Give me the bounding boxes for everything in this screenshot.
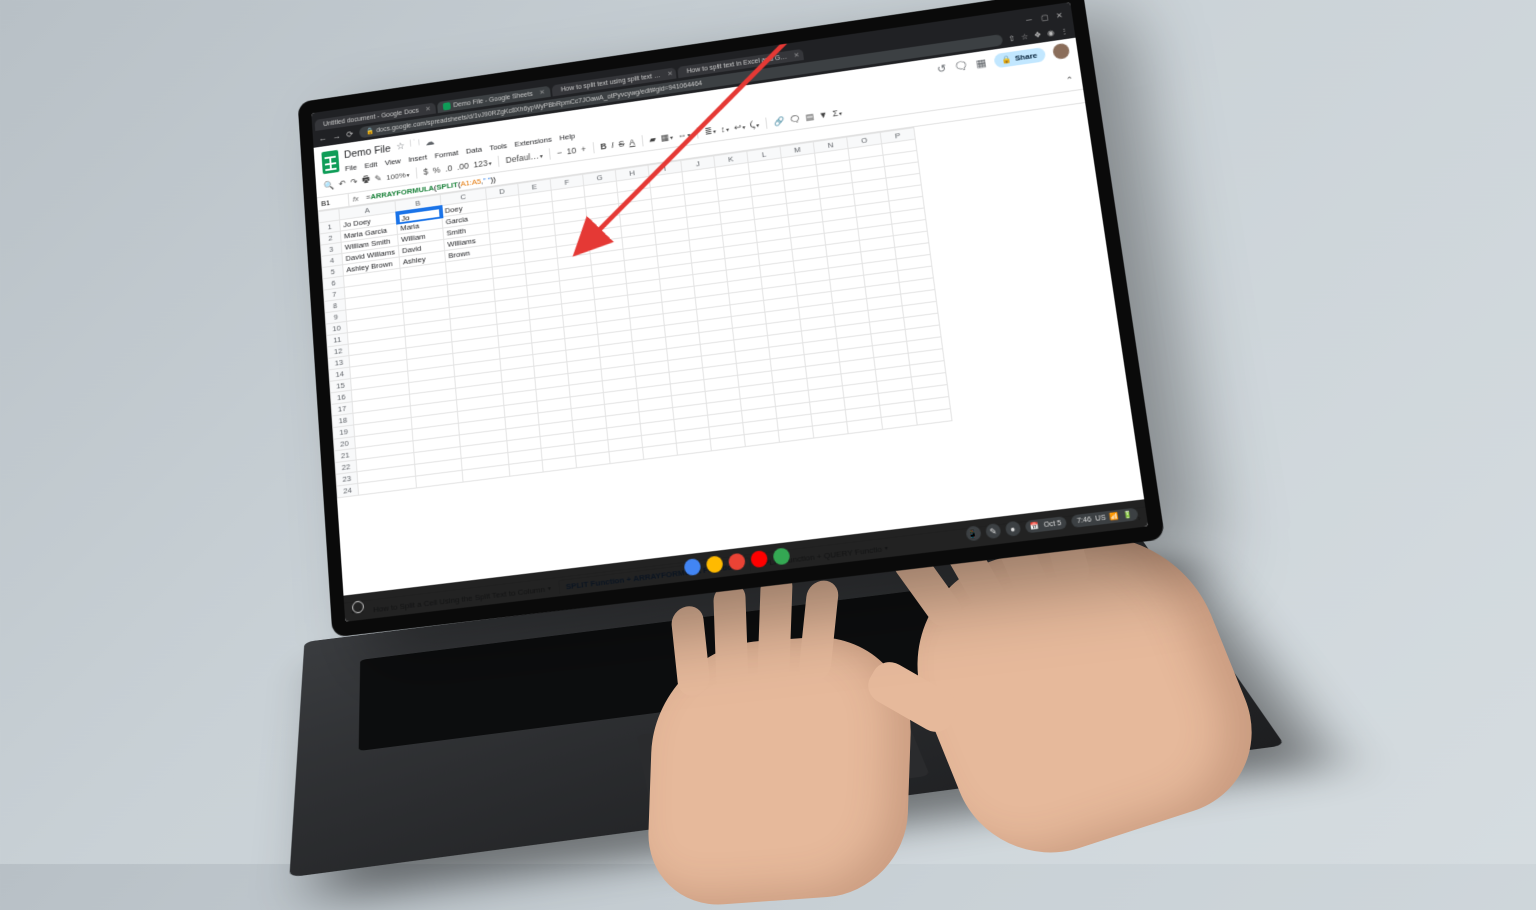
- history-icon[interactable]: ↺: [936, 62, 947, 76]
- fontsize-plus[interactable]: +: [581, 144, 587, 154]
- forward-icon[interactable]: →: [332, 131, 341, 141]
- search-menus-icon[interactable]: 🔍: [323, 180, 334, 192]
- toolbar-collapse-icon[interactable]: ⌃: [1065, 74, 1074, 86]
- zoom-dropdown[interactable]: 100%: [386, 170, 410, 182]
- currency-icon[interactable]: $: [423, 167, 428, 177]
- wifi-icon: 📶: [1109, 512, 1119, 521]
- tab-close-icon[interactable]: ✕: [793, 51, 800, 59]
- close-icon[interactable]: ✕: [1055, 11, 1065, 21]
- minimize-icon[interactable]: ─: [1026, 15, 1036, 25]
- shelf-app-chrome[interactable]: [728, 553, 746, 571]
- undo-icon[interactable]: ↶: [338, 178, 346, 189]
- extension-icon[interactable]: ❖: [1034, 30, 1042, 39]
- fx-icon[interactable]: fx: [349, 194, 363, 204]
- shelf-app-files[interactable]: [684, 558, 702, 576]
- launcher-icon[interactable]: [352, 600, 364, 613]
- back-icon[interactable]: ←: [318, 133, 327, 143]
- halign-icon[interactable]: ≣: [704, 125, 716, 137]
- comment-icon[interactable]: 🗨: [789, 113, 801, 125]
- borders-icon[interactable]: ▦: [660, 131, 673, 143]
- lock-small-icon: 🔒: [1001, 54, 1012, 64]
- valign-icon[interactable]: ↕: [720, 124, 729, 135]
- increase-decimal-icon[interactable]: .00: [457, 161, 470, 172]
- shelf-time: 7:46: [1076, 516, 1091, 525]
- merge-icon[interactable]: ⇔: [677, 129, 691, 140]
- tab-favicon-icon: [558, 86, 559, 93]
- tab-close-icon[interactable]: ✕: [667, 70, 673, 78]
- bold-icon[interactable]: B: [600, 141, 607, 151]
- profile-icon[interactable]: ◉: [1047, 28, 1055, 37]
- percent-icon[interactable]: %: [432, 165, 440, 175]
- fontsize-input[interactable]: 10: [566, 146, 576, 157]
- decrease-decimal-icon[interactable]: .0: [445, 163, 453, 173]
- tab-close-icon[interactable]: ✕: [425, 105, 431, 113]
- fontsize-minus[interactable]: −: [556, 148, 562, 158]
- text-color-icon[interactable]: A: [629, 137, 636, 147]
- share-button[interactable]: 🔒 Share: [993, 47, 1046, 68]
- reload-icon[interactable]: ⟳: [346, 129, 354, 140]
- shelf-app-youtube[interactable]: [750, 550, 768, 568]
- wrap-icon[interactable]: ↩: [733, 121, 745, 133]
- tab-close-icon[interactable]: ✕: [539, 88, 545, 96]
- doc-title[interactable]: Demo File: [344, 143, 391, 161]
- move-icon[interactable]: 🗀: [410, 136, 421, 153]
- lock-icon: 🔒: [366, 128, 375, 136]
- shelf-app-drive[interactable]: [706, 555, 724, 573]
- status-tray[interactable]: 7:46 US 📶 🔋: [1071, 508, 1139, 528]
- italic-icon[interactable]: I: [611, 140, 614, 150]
- bookmark-icon[interactable]: ☆: [1020, 32, 1028, 41]
- share-page-icon[interactable]: ⇧: [1008, 34, 1016, 43]
- menu-icon[interactable]: ⋮: [1060, 26, 1069, 36]
- chart-icon[interactable]: ▤: [805, 111, 815, 123]
- maximize-icon[interactable]: ▢: [1040, 13, 1050, 23]
- phone-hub-icon[interactable]: 📱: [965, 525, 981, 541]
- redo-icon[interactable]: ↷: [350, 176, 358, 187]
- shelf-locale: US: [1095, 514, 1106, 522]
- link-icon[interactable]: 🔗: [773, 115, 785, 127]
- row-header[interactable]: 24: [337, 483, 359, 497]
- shelf-date: Oct 5: [1043, 519, 1062, 528]
- battery-icon: 🔋: [1123, 510, 1133, 519]
- account-avatar[interactable]: [1052, 43, 1070, 60]
- inline-edit-text: Jo: [401, 213, 410, 223]
- tab-favicon-icon: [684, 68, 685, 75]
- shelf-app-messages[interactable]: [772, 547, 790, 565]
- cloud-status-icon[interactable]: ☁: [425, 137, 435, 148]
- more-formats-icon[interactable]: 123: [473, 158, 492, 170]
- notification-icon[interactable]: ●: [1005, 521, 1022, 537]
- comments-icon[interactable]: 🗨: [953, 59, 968, 73]
- rotate-icon[interactable]: ⤹: [749, 119, 759, 131]
- meet-icon[interactable]: ▦: [975, 56, 987, 70]
- star-icon[interactable]: ☆: [396, 141, 405, 152]
- print-icon[interactable]: 🖶: [362, 172, 371, 188]
- calendar-pill[interactable]: 📅Oct 5: [1024, 516, 1067, 533]
- functions-icon[interactable]: Σ: [832, 108, 843, 119]
- strike-icon[interactable]: S: [618, 139, 625, 149]
- font-dropdown[interactable]: Defaul…: [505, 150, 543, 165]
- sheets-logo-icon[interactable]: [321, 150, 339, 174]
- paint-format-icon[interactable]: ✎: [374, 173, 382, 184]
- tab-favicon-icon: [443, 102, 451, 110]
- laptop-frame: Untitled document - Google Docs✕Demo Fil…: [298, 0, 1166, 638]
- screen: Untitled document - Google Docs✕Demo Fil…: [311, 2, 1148, 622]
- filter-icon[interactable]: ▼: [818, 110, 828, 121]
- share-label: Share: [1014, 50, 1037, 62]
- fill-color-icon[interactable]: ▰: [649, 134, 657, 145]
- stylus-icon[interactable]: ✎: [985, 523, 1001, 539]
